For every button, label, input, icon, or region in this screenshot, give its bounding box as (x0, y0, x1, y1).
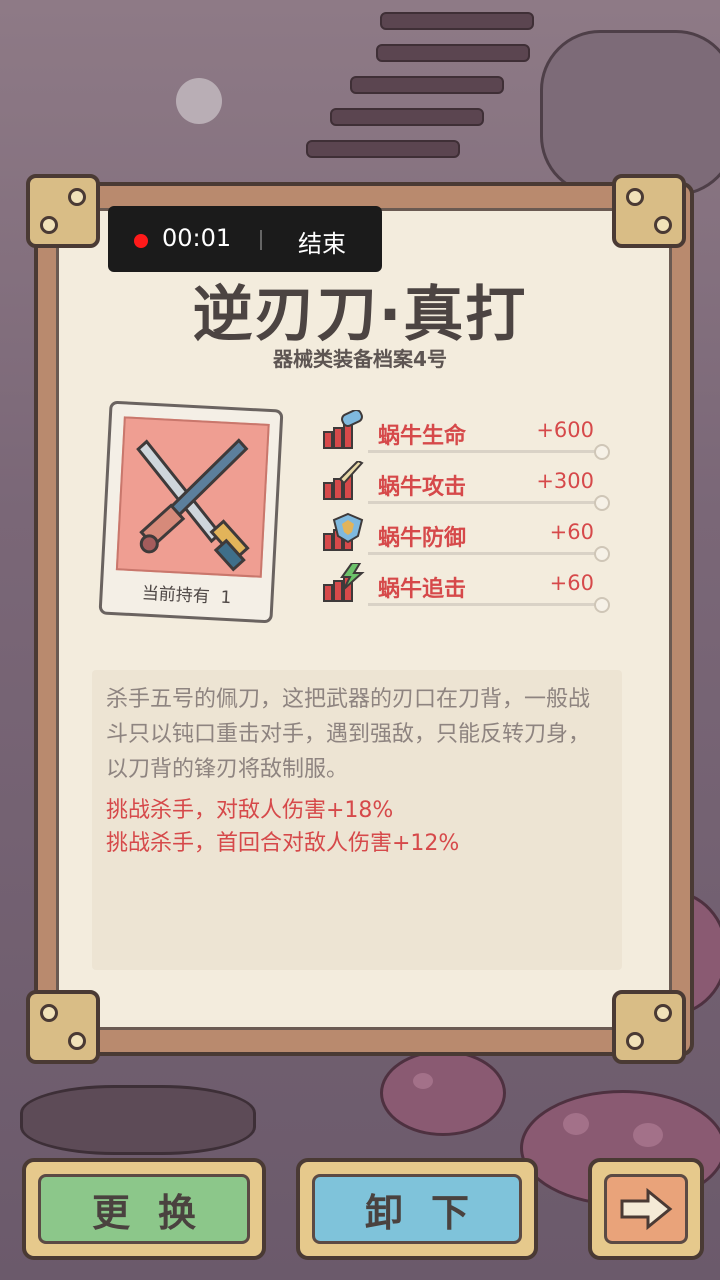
end-recording-button[interactable]: 结束 (298, 224, 346, 259)
replace-button[interactable]: 更换 (22, 1158, 266, 1260)
stat-value: +60 (549, 520, 594, 544)
ladder-plank (376, 44, 530, 62)
frame-corner (26, 990, 100, 1064)
shield-icon (322, 512, 366, 552)
lightning-icon (322, 562, 366, 603)
frame-corner (612, 174, 686, 248)
unequip-button-label: 卸下 (312, 1174, 522, 1244)
effect-line: 挑战杀手，首回合对敌人伤害+12% (106, 831, 460, 856)
stat-label: 蜗牛攻击 (378, 475, 467, 500)
owned-count-label: 当前持有 1 (141, 583, 232, 609)
rock-decoration (20, 1085, 256, 1155)
ladder-plank (350, 76, 504, 94)
frame-corner (26, 174, 100, 248)
sword-icon (322, 459, 366, 501)
stat-value: +60 (549, 571, 594, 595)
next-button[interactable] (588, 1158, 704, 1260)
ladder-plank (380, 12, 534, 30)
replace-button-label: 更换 (38, 1174, 250, 1244)
ladder-plank (330, 108, 484, 126)
item-description: 杀手五号的佩刀，这把武器的刃口在刀背，一般战斗只以钝口重击对手，遇到强敌，只能反… (106, 687, 591, 782)
stat-row-health: 蜗牛生命 +600 (322, 408, 610, 460)
recording-timer: 00:01 (162, 224, 232, 252)
item-portrait-card: 当前持有 1 (98, 400, 284, 624)
stat-row-attack: 蜗牛攻击 +300 (322, 459, 610, 511)
arrow-right-icon (604, 1174, 688, 1244)
stat-label: 蜗牛生命 (378, 424, 467, 449)
unequip-button[interactable]: 卸下 (296, 1158, 538, 1260)
crossed-swords-icon (115, 416, 270, 578)
item-subtitle: 器械类装备档案4号 (273, 347, 447, 371)
health-potion-icon (322, 408, 366, 450)
item-title: 逆刃刀·真打 (192, 280, 528, 350)
mushroom-decoration (380, 1050, 506, 1136)
ladder-plank (306, 140, 460, 158)
frame-corner (612, 990, 686, 1064)
stat-value: +600 (536, 418, 594, 442)
stat-label: 蜗牛追击 (378, 577, 467, 602)
stat-row-pursuit: 蜗牛追击 +60 (322, 562, 610, 613)
screen-recording-bar: 00:01 结束 (108, 206, 382, 272)
stat-label: 蜗牛防御 (378, 526, 467, 551)
effect-line: 挑战杀手，对敌人伤害+18% (106, 798, 394, 823)
record-dot-icon (134, 234, 148, 248)
stat-row-defense: 蜗牛防御 +60 (322, 512, 610, 562)
moon-decoration (176, 78, 222, 124)
description-box: 杀手五号的佩刀，这把武器的刃口在刀背，一般战斗只以钝口重击对手，遇到强敌，只能反… (92, 670, 622, 970)
stat-value: +300 (536, 469, 594, 493)
pipe-decoration (540, 30, 720, 196)
